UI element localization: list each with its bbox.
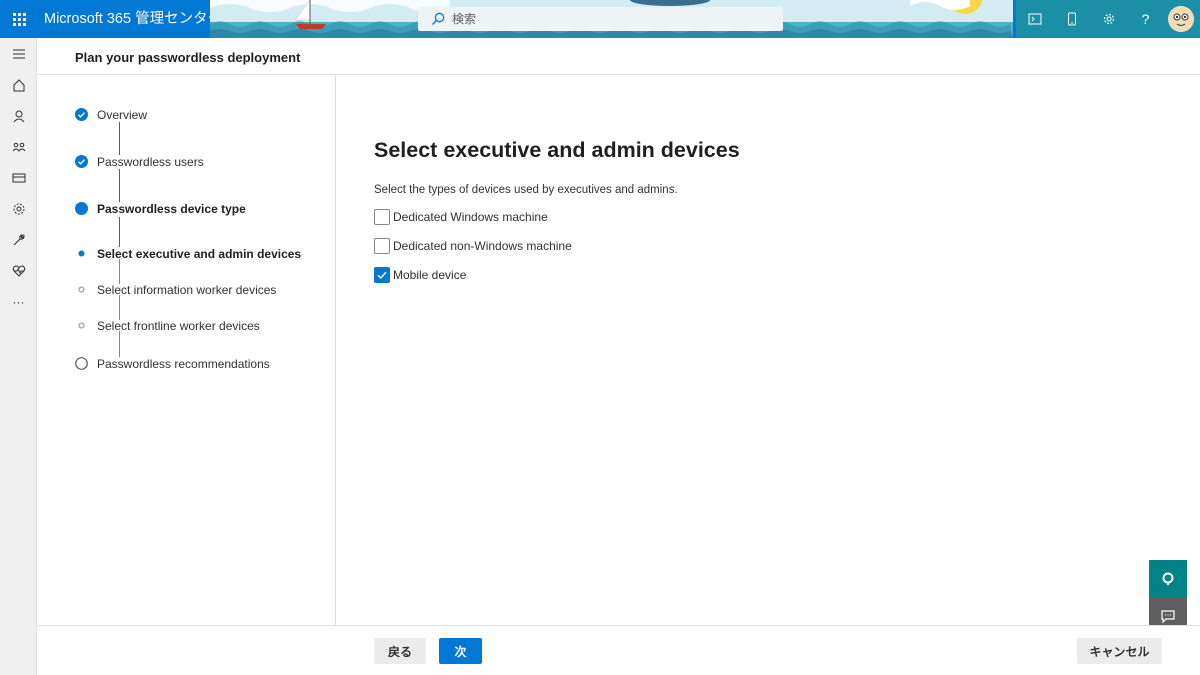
app-launcher-button[interactable] (0, 0, 38, 38)
current-substep-dot-icon (78, 250, 85, 257)
check-circle-icon (75, 155, 88, 168)
pending-step-icon (75, 357, 88, 370)
option-mobile-device[interactable]: Mobile device (374, 267, 466, 283)
step-label: Passwordless users (97, 155, 204, 169)
checkbox-label: Dedicated non-Windows machine (393, 239, 572, 253)
left-nav-rail: ··· (0, 38, 37, 675)
step-passwordless-users[interactable]: Passwordless users (38, 152, 336, 172)
checkbox-checked[interactable] (374, 267, 390, 283)
wrench-icon (13, 233, 25, 245)
terminal-button[interactable] (1016, 0, 1053, 38)
section-description: Select the types of devices used by exec… (374, 184, 678, 196)
gear-icon (1103, 13, 1114, 25)
nav-settings[interactable] (0, 193, 37, 224)
wizard-steps: Overview Passwordless users Passwordless… (38, 75, 336, 625)
step-label: Overview (97, 108, 148, 122)
option-dedicated-non-windows[interactable]: Dedicated non-Windows machine (374, 238, 572, 254)
health-icon (12, 264, 25, 277)
nav-setup[interactable] (0, 224, 37, 255)
top-actions: ? (1016, 0, 1200, 38)
step-connector (118, 169, 120, 202)
nav-billing[interactable] (0, 162, 37, 193)
current-step-icon (75, 202, 88, 215)
substep-frontline-worker[interactable]: Select frontline worker devices (38, 316, 336, 336)
terminal-icon (1028, 13, 1041, 25)
step-connector (118, 122, 120, 155)
page-title: Plan your passwordless deployment (75, 50, 301, 65)
user-icon (13, 110, 24, 122)
mobile-icon (1067, 12, 1076, 26)
billing-icon (12, 173, 25, 182)
waffle-icon (12, 12, 26, 26)
more-icon: ··· (12, 294, 25, 309)
help-support-button[interactable] (1149, 560, 1187, 597)
settings-icon (13, 203, 24, 214)
nav-home[interactable] (0, 69, 37, 100)
substep-executive-admin[interactable]: Select executive and admin devices (38, 244, 336, 264)
pending-substep-dot-icon (78, 322, 85, 329)
section-heading: Select executive and admin devices (374, 138, 740, 162)
mobile-button[interactable] (1053, 0, 1090, 38)
nav-users[interactable] (0, 100, 37, 131)
help-icon: ? (1141, 11, 1150, 27)
wizard-footer: 戻る 次 キャンセル (38, 625, 1200, 675)
nav-toggle-button[interactable] (0, 38, 37, 69)
settings-button[interactable] (1090, 0, 1127, 38)
avatar-image (1168, 6, 1194, 32)
search-box[interactable] (418, 7, 783, 31)
checkbox-label: Mobile device (393, 268, 467, 282)
search-icon (432, 12, 445, 25)
page-header: Plan your passwordless deployment (38, 38, 1200, 75)
support-icon (1162, 572, 1174, 585)
content-heading-wrap: Select executive and admin devices (374, 138, 740, 163)
search-input[interactable] (452, 12, 752, 26)
checkbox[interactable] (374, 209, 390, 225)
chat-icon (1161, 609, 1175, 623)
step-label: Select executive and admin devices (97, 247, 302, 261)
nav-more[interactable]: ··· (0, 286, 37, 317)
avatar[interactable] (1168, 6, 1194, 32)
pending-substep-dot-icon (78, 286, 85, 293)
step-label: Select information worker devices (97, 283, 277, 297)
hamburger-icon (12, 49, 25, 58)
substep-information-worker[interactable]: Select information worker devices (38, 280, 336, 300)
nav-health[interactable] (0, 255, 37, 286)
top-bar: Microsoft 365 管理センター 検索 ? (0, 0, 1200, 38)
nav-groups[interactable] (0, 131, 37, 162)
home-icon (13, 78, 24, 91)
checkbox[interactable] (374, 238, 390, 254)
step-label: Select frontline worker devices (97, 319, 260, 333)
step-recommendations[interactable]: Passwordless recommendations (38, 354, 336, 374)
next-button[interactable]: 次 (439, 638, 482, 664)
step-label: Passwordless recommendations (97, 357, 270, 371)
step-overview[interactable]: Overview (38, 105, 336, 125)
step-device-type[interactable]: Passwordless device type (38, 199, 336, 219)
groups-icon (12, 142, 25, 152)
cancel-button[interactable]: キャンセル (1077, 638, 1162, 664)
option-dedicated-windows[interactable]: Dedicated Windows machine (374, 209, 548, 225)
check-circle-icon (75, 108, 88, 121)
step-connector (118, 217, 120, 247)
checkbox-label: Dedicated Windows machine (393, 210, 548, 224)
checkmark-icon (377, 271, 387, 280)
step-label: Passwordless device type (97, 202, 246, 216)
app-title[interactable]: Microsoft 365 管理センター (44, 0, 222, 38)
help-button[interactable]: ? (1127, 0, 1164, 38)
back-button[interactable]: 戻る (374, 638, 426, 664)
